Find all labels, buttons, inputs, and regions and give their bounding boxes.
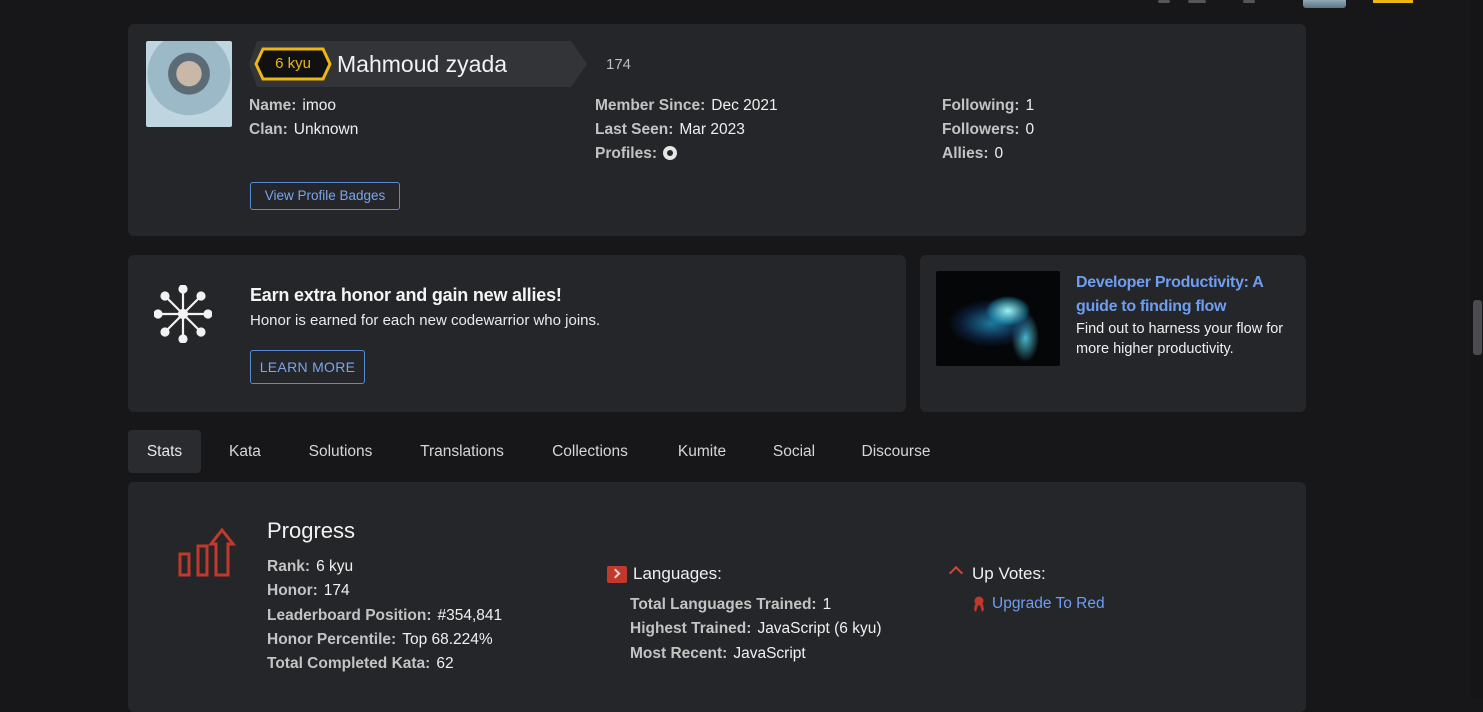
stat-label: Honor Percentile: bbox=[267, 630, 397, 648]
info-label: Name: bbox=[249, 97, 297, 114]
top-nav-items[interactable] bbox=[1158, 0, 1278, 4]
user-avatar-menu[interactable] bbox=[1303, 0, 1346, 8]
stat-rank: Rank: 6 kyu bbox=[267, 555, 502, 579]
stat-label: Rank: bbox=[267, 558, 311, 575]
stat-highest-trained: Highest Trained: JavaScript (6 kyu) bbox=[630, 617, 881, 641]
ribbon-icon bbox=[974, 596, 984, 612]
stat-completed: Total Completed Kata: 62 bbox=[267, 652, 502, 676]
info-label: Profiles: bbox=[595, 145, 658, 162]
stat-value: Top 68.224% bbox=[402, 630, 493, 648]
stat-percentile: Honor Percentile: Top 68.224% bbox=[267, 628, 502, 652]
tab-translations[interactable]: Translations bbox=[408, 430, 516, 473]
info-label: Following: bbox=[942, 97, 1020, 114]
info-last-seen: Last Seen: Mar 2023 bbox=[595, 118, 778, 142]
tab-stats[interactable]: Stats bbox=[128, 430, 201, 473]
profile-avatar bbox=[146, 41, 232, 127]
info-followers: Followers: 0 bbox=[942, 118, 1034, 142]
stat-label: Highest Trained: bbox=[630, 620, 752, 638]
top-navbar bbox=[0, 0, 1483, 10]
name-banner: 6 kyu Mahmoud zyada bbox=[249, 41, 587, 87]
referral-title: Earn extra honor and gain new allies! bbox=[250, 285, 562, 305]
info-clan: Clan: Unknown bbox=[249, 118, 358, 142]
scrollbar-thumb[interactable] bbox=[1473, 300, 1482, 355]
stat-label: Leaderboard Position: bbox=[267, 606, 432, 624]
stat-value: JavaScript bbox=[733, 644, 806, 662]
tab-social[interactable]: Social bbox=[764, 430, 824, 473]
profile-info-col-1: Name: imoo Clan: Unknown bbox=[249, 94, 358, 142]
stat-leaderboard: Leaderboard Position: #354,841 bbox=[267, 604, 502, 628]
referral-subtitle: Honor is earned for each new codewarrior… bbox=[250, 312, 601, 329]
stat-value: 1 bbox=[822, 596, 832, 613]
info-following: Following: 1 bbox=[942, 94, 1034, 118]
tab-collections[interactable]: Collections bbox=[540, 430, 640, 473]
profile-info-col-3: Following: 1 Followers: 0 Allies: 0 bbox=[942, 94, 1034, 166]
stat-label: Honor: bbox=[267, 582, 318, 600]
progress-title: Progress bbox=[267, 518, 356, 543]
terminal-icon bbox=[607, 566, 627, 583]
tab-solutions[interactable]: Solutions bbox=[298, 430, 383, 473]
stat-value: JavaScript (6 kyu) bbox=[757, 620, 882, 638]
learn-more-button[interactable]: LEARN MORE bbox=[250, 350, 365, 384]
stat-label: Most Recent: bbox=[630, 644, 728, 662]
info-value: 1 bbox=[1025, 97, 1035, 114]
info-value: imoo bbox=[302, 97, 336, 114]
tab-kumite[interactable]: Kumite bbox=[666, 430, 738, 473]
stat-most-recent: Most Recent: JavaScript bbox=[630, 642, 881, 666]
info-value: Unknown bbox=[293, 121, 359, 138]
info-value: 0 bbox=[994, 145, 1004, 162]
info-label: Followers: bbox=[942, 121, 1020, 138]
progress-chart-icon bbox=[178, 527, 236, 577]
info-value: Mar 2023 bbox=[679, 121, 745, 138]
info-allies: Allies: 0 bbox=[942, 142, 1034, 166]
rank-badge: 6 kyu bbox=[275, 55, 311, 72]
stat-label: Total Languages Trained: bbox=[630, 596, 817, 613]
info-member-since: Member Since: Dec 2021 bbox=[595, 94, 778, 118]
upgrade-to-red-link[interactable]: Upgrade To Red bbox=[992, 595, 1105, 613]
burst-icon bbox=[154, 285, 212, 343]
article-image[interactable] bbox=[936, 271, 1060, 366]
view-profile-badges-button[interactable]: View Profile Badges bbox=[250, 182, 400, 210]
honor-count: 174 bbox=[606, 56, 632, 73]
stat-total-languages: Total Languages Trained: 1 bbox=[630, 593, 881, 617]
github-icon[interactable] bbox=[663, 146, 678, 160]
stat-value: #354,841 bbox=[437, 606, 503, 624]
info-name: Name: imoo bbox=[249, 94, 358, 118]
info-profiles: Profiles: bbox=[595, 142, 778, 166]
profile-card: 6 kyu Mahmoud zyada 174 Name: imoo Clan: U… bbox=[128, 24, 1306, 236]
stat-label: Total Completed Kata: bbox=[267, 655, 431, 673]
tab-kata[interactable]: Kata bbox=[216, 430, 274, 473]
stat-value: 6 kyu bbox=[316, 558, 354, 575]
referral-card: Earn extra honor and gain new allies! Ho… bbox=[128, 255, 906, 412]
info-label: Last Seen: bbox=[595, 121, 674, 138]
username: Mahmoud zyada bbox=[337, 51, 508, 77]
article-card[interactable]: Developer Productivity: A guide to findi… bbox=[920, 255, 1306, 412]
chevron-up-icon bbox=[948, 565, 964, 581]
info-value: 0 bbox=[1025, 121, 1035, 138]
progress-list: Rank: 6 kyu Honor: 174 Leaderboard Positio… bbox=[267, 555, 502, 676]
article-description: Find out to harness your flow for more h… bbox=[1076, 321, 1284, 357]
page-scrollbar[interactable] bbox=[1471, 0, 1483, 698]
tab-discourse[interactable]: Discourse bbox=[850, 430, 942, 473]
languages-list: Total Languages Trained: 1 Highest Traine… bbox=[630, 593, 881, 666]
info-label: Allies: bbox=[942, 145, 989, 162]
stat-honor: Honor: 174 bbox=[267, 579, 502, 603]
stats-card: Progress Rank: 6 kyu Honor: 174 Leaderboar… bbox=[128, 482, 1306, 712]
stat-value: 62 bbox=[436, 655, 454, 673]
profile-info-col-2: Member Since: Dec 2021 Last Seen: Mar 2023… bbox=[595, 94, 778, 166]
article-title-link[interactable]: Developer Productivity: A guide to findi… bbox=[1076, 271, 1290, 319]
info-label: Member Since: bbox=[595, 97, 706, 114]
info-value: Dec 2021 bbox=[711, 97, 778, 114]
info-label: Clan: bbox=[249, 121, 288, 138]
stat-value: 174 bbox=[323, 582, 350, 600]
top-rank-badge[interactable] bbox=[1373, 0, 1413, 3]
languages-title: Languages: bbox=[633, 564, 722, 583]
upvotes-title: Up Votes: bbox=[972, 564, 1046, 583]
